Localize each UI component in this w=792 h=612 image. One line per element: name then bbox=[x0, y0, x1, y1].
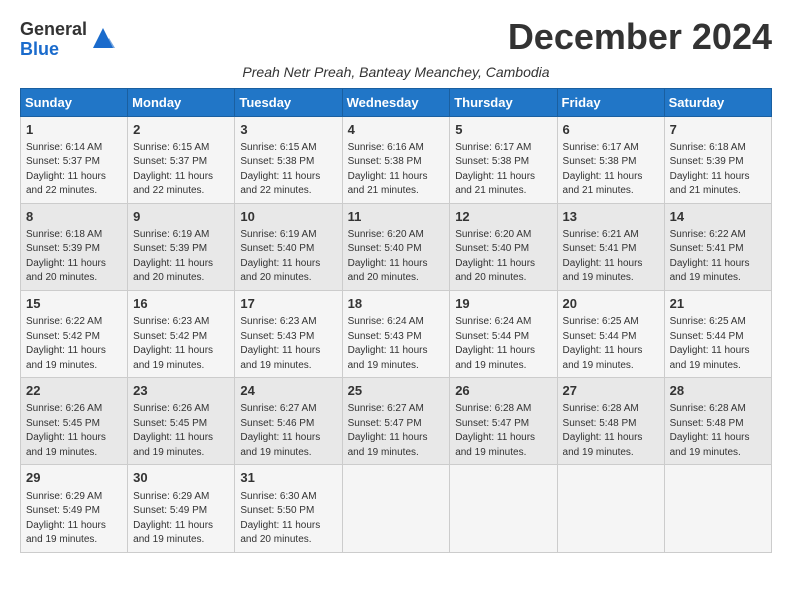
calendar-day-cell: 23Sunrise: 6:26 AMSunset: 5:45 PMDayligh… bbox=[128, 378, 235, 465]
calendar-day-cell: 15Sunrise: 6:22 AMSunset: 5:42 PMDayligh… bbox=[21, 290, 128, 377]
calendar-day-cell: 12Sunrise: 6:20 AMSunset: 5:40 PMDayligh… bbox=[450, 203, 557, 290]
calendar-header-row: Sunday Monday Tuesday Wednesday Thursday… bbox=[21, 88, 772, 116]
header-friday: Friday bbox=[557, 88, 664, 116]
calendar-day-cell: 21Sunrise: 6:25 AMSunset: 5:44 PMDayligh… bbox=[664, 290, 771, 377]
calendar-week-4: 22Sunrise: 6:26 AMSunset: 5:45 PMDayligh… bbox=[21, 378, 772, 465]
calendar-week-3: 15Sunrise: 6:22 AMSunset: 5:42 PMDayligh… bbox=[21, 290, 772, 377]
calendar-day-cell: 29Sunrise: 6:29 AMSunset: 5:49 PMDayligh… bbox=[21, 465, 128, 552]
calendar-day-cell bbox=[664, 465, 771, 552]
calendar-day-cell: 2Sunrise: 6:15 AMSunset: 5:37 PMDaylight… bbox=[128, 116, 235, 203]
logo: General Blue bbox=[20, 20, 117, 60]
calendar-day-cell: 30Sunrise: 6:29 AMSunset: 5:49 PMDayligh… bbox=[128, 465, 235, 552]
calendar-day-cell: 5Sunrise: 6:17 AMSunset: 5:38 PMDaylight… bbox=[450, 116, 557, 203]
calendar-day-cell: 13Sunrise: 6:21 AMSunset: 5:41 PMDayligh… bbox=[557, 203, 664, 290]
header-tuesday: Tuesday bbox=[235, 88, 342, 116]
calendar-day-cell: 4Sunrise: 6:16 AMSunset: 5:38 PMDaylight… bbox=[342, 116, 450, 203]
calendar-week-2: 8Sunrise: 6:18 AMSunset: 5:39 PMDaylight… bbox=[21, 203, 772, 290]
calendar-subtitle: Preah Netr Preah, Banteay Meanchey, Camb… bbox=[20, 64, 772, 80]
calendar-day-cell bbox=[450, 465, 557, 552]
calendar-day-cell: 28Sunrise: 6:28 AMSunset: 5:48 PMDayligh… bbox=[664, 378, 771, 465]
calendar-day-cell: 20Sunrise: 6:25 AMSunset: 5:44 PMDayligh… bbox=[557, 290, 664, 377]
calendar-day-cell: 7Sunrise: 6:18 AMSunset: 5:39 PMDaylight… bbox=[664, 116, 771, 203]
header-saturday: Saturday bbox=[664, 88, 771, 116]
month-title: December 2024 bbox=[508, 16, 772, 58]
calendar-day-cell: 24Sunrise: 6:27 AMSunset: 5:46 PMDayligh… bbox=[235, 378, 342, 465]
calendar-day-cell bbox=[557, 465, 664, 552]
calendar-day-cell: 19Sunrise: 6:24 AMSunset: 5:44 PMDayligh… bbox=[450, 290, 557, 377]
calendar-day-cell bbox=[342, 465, 450, 552]
calendar-table: Sunday Monday Tuesday Wednesday Thursday… bbox=[20, 88, 772, 553]
logo-general: General bbox=[20, 19, 87, 39]
header-wednesday: Wednesday bbox=[342, 88, 450, 116]
calendar-day-cell: 8Sunrise: 6:18 AMSunset: 5:39 PMDaylight… bbox=[21, 203, 128, 290]
calendar-day-cell: 25Sunrise: 6:27 AMSunset: 5:47 PMDayligh… bbox=[342, 378, 450, 465]
calendar-day-cell: 10Sunrise: 6:19 AMSunset: 5:40 PMDayligh… bbox=[235, 203, 342, 290]
calendar-day-cell: 31Sunrise: 6:30 AMSunset: 5:50 PMDayligh… bbox=[235, 465, 342, 552]
calendar-week-1: 1Sunrise: 6:14 AMSunset: 5:37 PMDaylight… bbox=[21, 116, 772, 203]
calendar-day-cell: 17Sunrise: 6:23 AMSunset: 5:43 PMDayligh… bbox=[235, 290, 342, 377]
calendar-day-cell: 22Sunrise: 6:26 AMSunset: 5:45 PMDayligh… bbox=[21, 378, 128, 465]
calendar-day-cell: 27Sunrise: 6:28 AMSunset: 5:48 PMDayligh… bbox=[557, 378, 664, 465]
header-thursday: Thursday bbox=[450, 88, 557, 116]
calendar-day-cell: 16Sunrise: 6:23 AMSunset: 5:42 PMDayligh… bbox=[128, 290, 235, 377]
calendar-day-cell: 11Sunrise: 6:20 AMSunset: 5:40 PMDayligh… bbox=[342, 203, 450, 290]
page-header: General Blue December 2024 bbox=[20, 16, 772, 60]
header-sunday: Sunday bbox=[21, 88, 128, 116]
calendar-day-cell: 14Sunrise: 6:22 AMSunset: 5:41 PMDayligh… bbox=[664, 203, 771, 290]
calendar-week-5: 29Sunrise: 6:29 AMSunset: 5:49 PMDayligh… bbox=[21, 465, 772, 552]
calendar-day-cell: 9Sunrise: 6:19 AMSunset: 5:39 PMDaylight… bbox=[128, 203, 235, 290]
calendar-day-cell: 26Sunrise: 6:28 AMSunset: 5:47 PMDayligh… bbox=[450, 378, 557, 465]
logo-blue: Blue bbox=[20, 39, 59, 59]
calendar-day-cell: 18Sunrise: 6:24 AMSunset: 5:43 PMDayligh… bbox=[342, 290, 450, 377]
calendar-day-cell: 6Sunrise: 6:17 AMSunset: 5:38 PMDaylight… bbox=[557, 116, 664, 203]
calendar-day-cell: 1Sunrise: 6:14 AMSunset: 5:37 PMDaylight… bbox=[21, 116, 128, 203]
calendar-day-cell: 3Sunrise: 6:15 AMSunset: 5:38 PMDaylight… bbox=[235, 116, 342, 203]
logo-icon bbox=[89, 24, 117, 52]
header-monday: Monday bbox=[128, 88, 235, 116]
